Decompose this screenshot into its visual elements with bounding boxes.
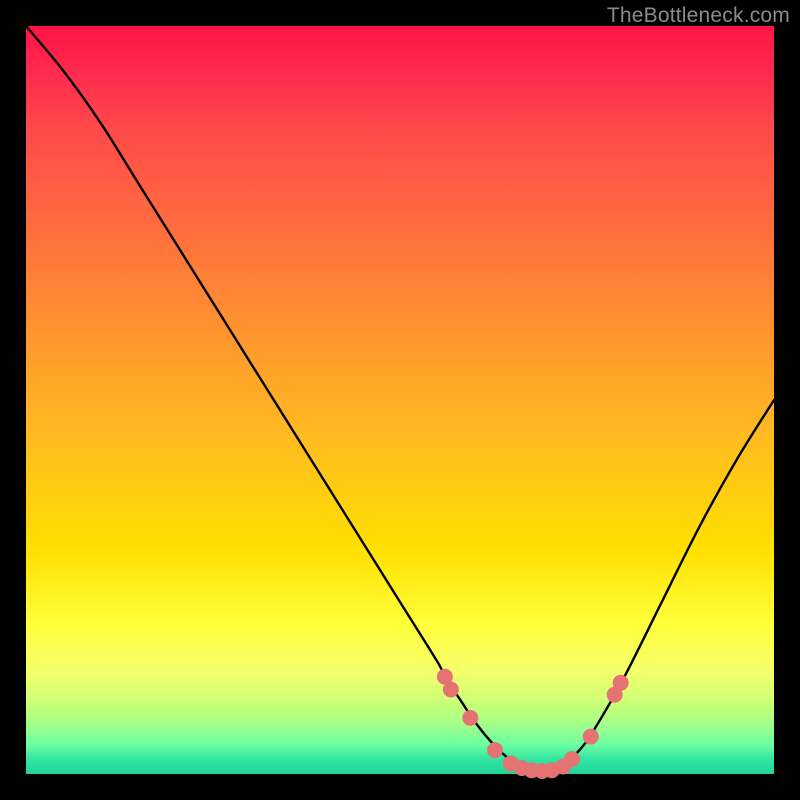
chart-frame: TheBottleneck.com bbox=[0, 0, 800, 800]
highlight-dot bbox=[564, 751, 580, 767]
plot-area bbox=[26, 26, 774, 774]
bottleneck-curve bbox=[26, 26, 774, 771]
highlight-dot bbox=[583, 729, 599, 745]
curve-svg bbox=[26, 26, 774, 774]
highlight-dot bbox=[443, 681, 459, 697]
highlight-dot bbox=[613, 675, 629, 691]
highlight-dot bbox=[462, 710, 478, 726]
highlight-dots-group bbox=[437, 669, 629, 779]
highlight-dot bbox=[487, 742, 503, 758]
watermark-text: TheBottleneck.com bbox=[607, 4, 790, 28]
